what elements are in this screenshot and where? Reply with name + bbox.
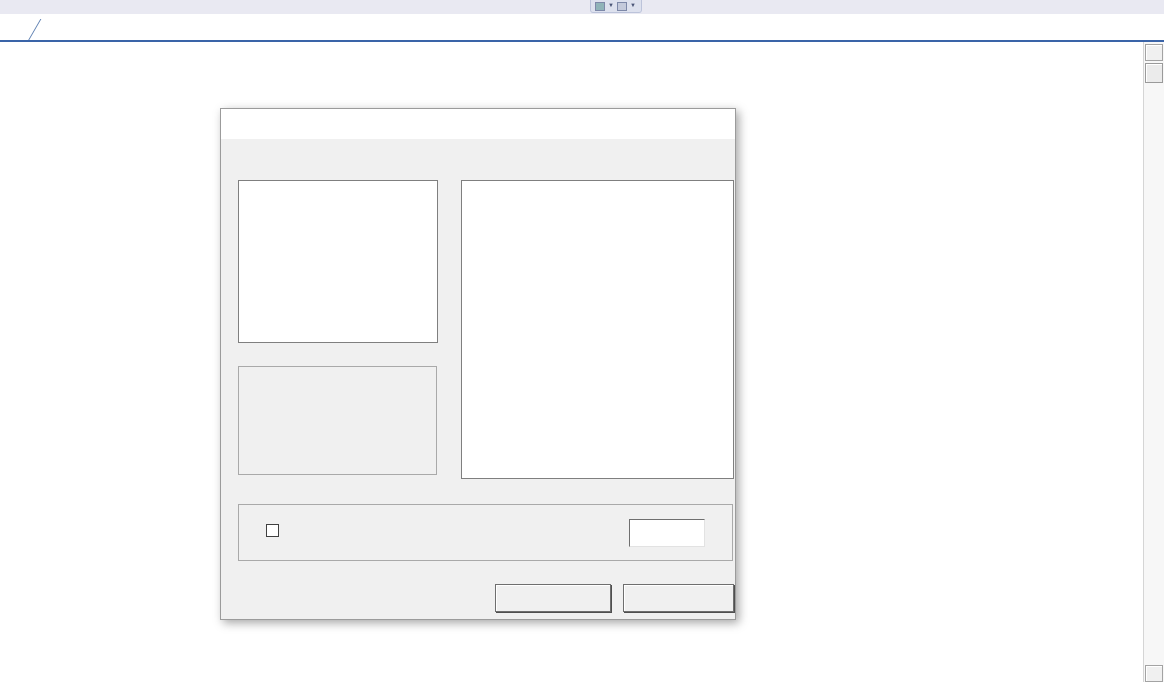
scroll-down-button[interactable]	[1145, 665, 1163, 682]
toolbar-button-icon[interactable]	[617, 2, 627, 11]
toolbar-button-icon[interactable]	[595, 2, 605, 11]
app-window: ▼ ▼	[0, 0, 1164, 682]
tab-lead-slash	[16, 19, 42, 41]
dialog-close-icon[interactable]	[697, 113, 729, 135]
vertical-scrollbar[interactable]	[1143, 42, 1164, 682]
array-element-group	[238, 504, 733, 561]
array-checkbox-row[interactable]	[266, 524, 286, 537]
top-strip: ▼ ▼	[0, 0, 1164, 14]
type-category-group	[238, 366, 437, 475]
object-listbox[interactable]	[238, 180, 438, 343]
scrollbar-thumb[interactable]	[1145, 63, 1163, 83]
ok-button[interactable]	[495, 584, 611, 612]
tab-list	[16, 14, 45, 42]
toolbar-fragment: ▼ ▼	[590, 0, 642, 13]
document-tab-bar	[0, 14, 1164, 42]
scroll-up-button[interactable]	[1145, 44, 1163, 61]
element-count-input[interactable]	[629, 519, 705, 547]
datatype-listbox[interactable]	[461, 180, 734, 479]
array-checkbox[interactable]	[266, 524, 279, 537]
toolbar-dropdown-icon[interactable]: ▼	[608, 3, 614, 9]
toolbar-dropdown-icon[interactable]: ▼	[630, 3, 636, 9]
cancel-button[interactable]	[623, 584, 734, 612]
tab-bar-underline	[0, 40, 1164, 42]
dialog-title	[221, 109, 735, 139]
data-type-selection-dialog	[220, 108, 736, 620]
